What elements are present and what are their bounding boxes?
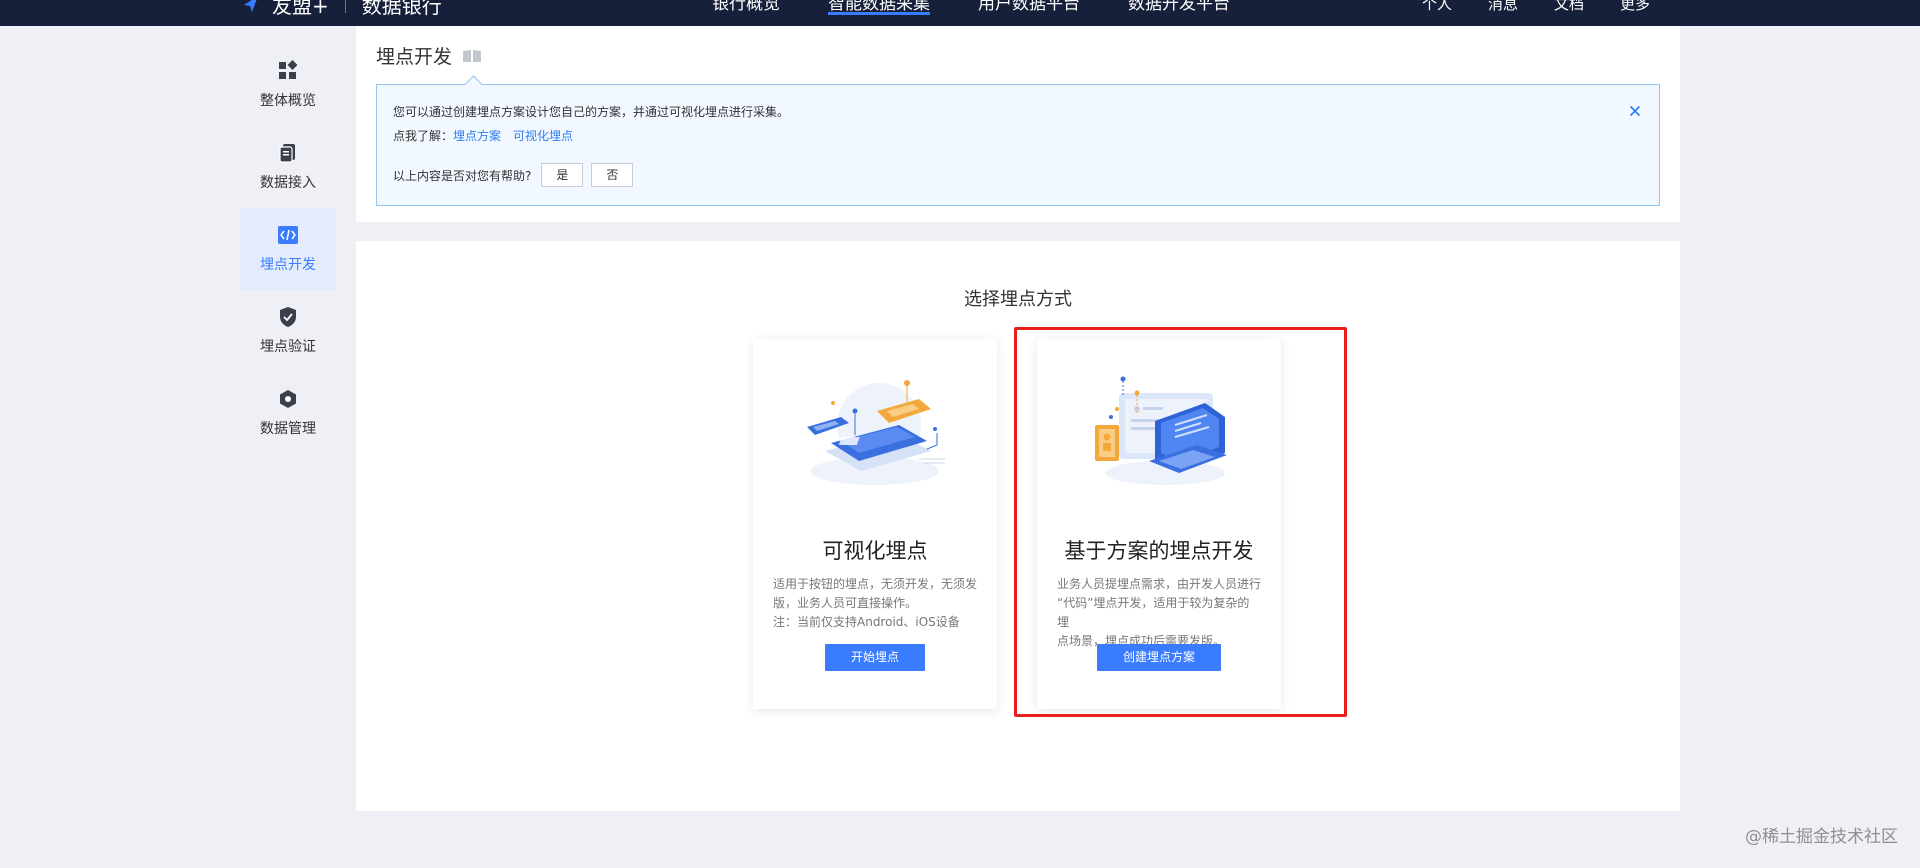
plan-tracking-illustration-icon bbox=[1095, 376, 1227, 485]
brand-name: 友盟+ bbox=[272, 0, 329, 18]
sidebar-item-overview[interactable]: 整体概览 bbox=[240, 44, 336, 126]
option-description-line: 业务人员提埋点需求，由开发人员进行 bbox=[1057, 577, 1262, 591]
code-icon bbox=[278, 226, 298, 244]
sidebar-label: 数据管理 bbox=[260, 421, 316, 437]
top-right-item-docs[interactable]: 文档 bbox=[1554, 0, 1584, 17]
option-description: 业务人员提埋点需求，由开发人员进行 “代码”埋点开发，适用于较为复杂的埋 点场景… bbox=[1057, 575, 1261, 651]
option-description-line: 适用于按钮的埋点，无须开发，无须发 bbox=[773, 577, 978, 591]
feedback-no-button[interactable]: 否 bbox=[591, 163, 634, 187]
nav-item-overview[interactable]: 银行概览 bbox=[712, 0, 780, 23]
sidebar-item-data-access[interactable]: 数据接入 bbox=[240, 126, 336, 208]
option-title: 可视化埋点 bbox=[822, 539, 928, 563]
top-right-item-messages[interactable]: 消息 bbox=[1488, 0, 1518, 17]
nav-item-user-data[interactable]: 用户数据平台 bbox=[978, 0, 1080, 23]
visual-tracking-link[interactable]: 可视化埋点 bbox=[513, 127, 573, 144]
dashboard-icon bbox=[279, 60, 298, 79]
option-description-line: 注：当前仅支持Android、iOS设备 bbox=[773, 615, 960, 629]
book-icon[interactable] bbox=[462, 49, 482, 63]
visual-tracking-card: 可视化埋点 适用于按钮的埋点，无须开发，无须发 版，业务人员可直接操作。 注：当… bbox=[753, 339, 997, 709]
tip-feedback: 以上内容是否对您有帮助? 是 否 bbox=[393, 163, 634, 187]
feedback-question: 以上内容是否对您有帮助? bbox=[393, 168, 532, 183]
product-name: 数据银行 bbox=[361, 0, 442, 18]
top-right-item-more[interactable]: 更多 bbox=[1620, 0, 1650, 17]
option-description: 适用于按钮的埋点，无须开发，无须发 版，业务人员可直接操作。 注：当前仅支持An… bbox=[773, 575, 977, 632]
header-card: 埋点开发 您可以通过创建埋点方案设计您自己的方案，并通过可视化埋点进行采集。 点… bbox=[356, 26, 1680, 222]
main-content: 选择埋点方式 可视化埋点 适用于按钮的埋点，无须开发，无须发 版，业务人员可直接… bbox=[356, 241, 1680, 811]
hexagon-icon bbox=[280, 390, 296, 408]
sidebar-item-tracking-verify[interactable]: 埋点验证 bbox=[240, 290, 336, 372]
nav-item-data-collection[interactable]: 智能数据采集 bbox=[828, 0, 930, 23]
page-title-text: 埋点开发 bbox=[376, 46, 453, 68]
brand[interactable]: 友盟+ 数据银行 bbox=[240, 0, 442, 18]
tip-learn-label: 点我了解： bbox=[393, 129, 454, 143]
section-title: 选择埋点方式 bbox=[964, 289, 1072, 310]
side-menu: 整体概览 数据接入 埋点开发 埋点验证 数据管理 bbox=[240, 44, 336, 454]
sidebar-label: 数据接入 bbox=[260, 175, 316, 191]
top-navbar: 友盟+ 数据银行 银行概览 智能数据采集 用户数据平台 数据开发平台 个人 消息… bbox=[0, 0, 1920, 26]
sidebar-label: 整体概览 bbox=[260, 93, 316, 109]
option-title: 基于方案的埋点开发 bbox=[1064, 539, 1254, 563]
nav-item-data-dev[interactable]: 数据开发平台 bbox=[1128, 0, 1230, 23]
close-icon[interactable] bbox=[1627, 103, 1643, 119]
feedback-yes-button[interactable]: 是 bbox=[541, 163, 584, 187]
sidebar-label: 埋点验证 bbox=[260, 339, 316, 355]
sidebar-label: 埋点开发 bbox=[260, 257, 316, 273]
option-description-line: “代码”埋点开发，适用于较为复杂的埋 bbox=[1057, 596, 1250, 629]
brand-logo-icon bbox=[244, 0, 257, 12]
document-icon bbox=[279, 144, 295, 163]
top-nav: 银行概览 智能数据采集 用户数据平台 数据开发平台 bbox=[712, 0, 1230, 23]
brand-divider bbox=[344, 0, 346, 13]
page-title: 埋点开发 bbox=[376, 42, 482, 69]
help-tip-box: 您可以通过创建埋点方案设计您自己的方案，并通过可视化埋点进行采集。 点我了解： … bbox=[376, 84, 1660, 206]
sidebar-item-data-manage[interactable]: 数据管理 bbox=[240, 372, 336, 454]
create-tracking-plan-button[interactable]: 创建埋点方案 bbox=[1096, 644, 1222, 671]
tracking-plan-link[interactable]: 埋点方案 bbox=[453, 127, 501, 144]
tip-links: 点我了解： 埋点方案 可视化埋点 bbox=[393, 127, 573, 144]
top-right-item-personal[interactable]: 个人 bbox=[1422, 0, 1452, 17]
visual-tracking-illustration-icon bbox=[807, 380, 945, 485]
start-tracking-button[interactable]: 开始埋点 bbox=[824, 644, 926, 671]
watermark: @稀土掘金技术社区 bbox=[1745, 827, 1898, 847]
plan-based-tracking-card: 基于方案的埋点开发 业务人员提埋点需求，由开发人员进行 “代码”埋点开发，适用于… bbox=[1037, 339, 1281, 709]
top-right-menu: 个人 消息 文档 更多 bbox=[1422, 0, 1650, 17]
shield-check-icon bbox=[280, 307, 296, 327]
option-description-line: 版，业务人员可直接操作。 bbox=[773, 596, 918, 610]
sidebar-item-tracking-dev[interactable]: 埋点开发 bbox=[240, 208, 336, 290]
tip-description: 您可以通过创建埋点方案设计您自己的方案，并通过可视化埋点进行采集。 bbox=[393, 105, 790, 119]
